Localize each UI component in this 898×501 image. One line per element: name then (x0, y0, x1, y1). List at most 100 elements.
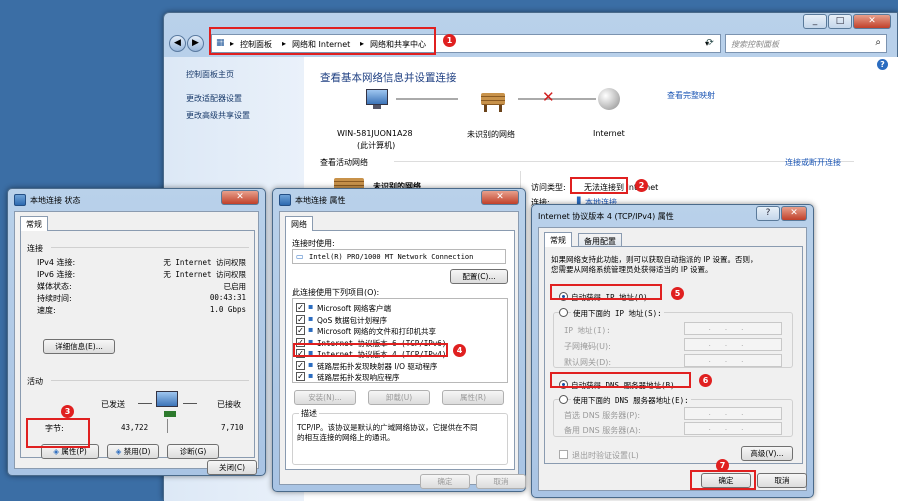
refresh-icon: ⟳ (706, 38, 714, 48)
protocol-checkbox[interactable]: ✓ (296, 326, 305, 335)
subnet-mask-label: 子网掩码(U): (564, 342, 611, 351)
protocol-label: QoS 数据包计划程序 (317, 315, 388, 325)
step-badge-3: 3 (61, 405, 74, 418)
gateway-field[interactable]: ... (684, 354, 782, 367)
forward-button[interactable]: ▶ (187, 35, 204, 52)
props-ok-button[interactable]: 确定 (420, 474, 470, 489)
computer-icon (366, 89, 388, 105)
tab-network[interactable]: 网络 (285, 216, 313, 231)
status-row-label: 持续时间: (37, 294, 72, 303)
protocol-item[interactable]: ✓ ▪ QoS 数据包计划程序 (295, 314, 505, 325)
step-badge-1: 1 (443, 34, 456, 47)
ipv4-item-highlight (293, 343, 448, 357)
props-close-button[interactable]: ✕ (481, 190, 519, 205)
search-input[interactable]: 搜索控制面板 ⌕ (725, 34, 887, 53)
protocol-item[interactable]: ✓ ▪ 链路层拓扑发现映射器 I/O 驱动程序 (295, 360, 505, 371)
sent-label: 已发送 (101, 400, 125, 409)
configure-button[interactable]: 配置(C)... (450, 269, 508, 284)
view-full-map-link[interactable]: 查看完整映射 (667, 90, 715, 101)
breadcrumb-highlight (209, 27, 436, 55)
manual-ip-label[interactable]: 使用下面的 IP 地址(S): (571, 308, 664, 319)
protocol-item[interactable]: ✓ ▪ Microsoft 网络的文件和打印机共享 (295, 325, 505, 336)
ipv4-cancel-button[interactable]: 取消 (757, 473, 807, 488)
tab-general[interactable]: 常规 (544, 232, 572, 247)
bytes-received: 7,710 (221, 423, 244, 432)
protocol-icon: ▪ (308, 302, 314, 311)
install-button[interactable]: 安装(N)... (294, 390, 356, 405)
items-label: 此连接使用下列项目(O): (292, 288, 380, 297)
minimize-button[interactable]: _ (803, 14, 827, 29)
protocol-checkbox[interactable]: ✓ (296, 360, 305, 370)
gateway-label: 默认网关(D): (564, 358, 612, 367)
ipv4-help-button[interactable]: ? (756, 206, 780, 221)
refresh-button[interactable]: ⟳ (701, 35, 719, 52)
bytes-sent: 43,722 (121, 423, 149, 432)
active-networks-heading: 查看活动网络 (320, 158, 368, 167)
help-button[interactable]: ? (877, 59, 888, 70)
advanced-button[interactable]: 高级(V)... (741, 446, 793, 461)
step-badge-5: 5 (671, 287, 684, 300)
tab-alternate[interactable]: 备用配置 (578, 233, 622, 247)
bench-icon (481, 93, 505, 105)
sidebar-item-home[interactable]: 控制面板主页 (186, 69, 234, 80)
tab-general[interactable]: 常规 (20, 216, 48, 231)
status-row-label: 速度: (37, 306, 56, 315)
search-icon: ⌕ (875, 37, 881, 48)
network-activity-icon (156, 391, 178, 407)
disable-label: 禁用(D) (123, 447, 151, 456)
access-type-label: 访问类型: (531, 183, 566, 192)
computer-sub: (此计算机) (357, 141, 396, 150)
status-close-button[interactable]: ✕ (221, 190, 259, 205)
protocol-icon: ▪ (308, 325, 314, 334)
disconnect-icon: ✕ (542, 88, 555, 106)
validate-checkbox[interactable] (559, 450, 568, 459)
search-placeholder: 搜索控制面板 (731, 40, 779, 49)
activity-group-label: 活动 (27, 377, 43, 386)
received-label: 已接收 (217, 400, 241, 409)
manual-dns-label[interactable]: 使用下面的 DNS 服务器地址(E): (571, 395, 691, 406)
status-row-label: IPv6 连接: (37, 270, 76, 279)
manual-ip-radio[interactable] (559, 308, 568, 317)
close-button[interactable]: ✕ (853, 14, 891, 29)
ok-highlight (690, 470, 756, 490)
subnet-mask-field[interactable]: ... (684, 338, 782, 351)
ip-address-field[interactable]: ... (684, 322, 782, 335)
details-button[interactable]: 详细信息(E)... (43, 339, 115, 354)
ipv4-close-button[interactable]: ✕ (781, 206, 807, 221)
ip-address-label: IP 地址(I): (564, 326, 611, 335)
sidebar-item-sharing[interactable]: 更改高级共享设置 (186, 110, 250, 121)
status-close-dialog-button[interactable]: 关闭(C) (207, 460, 257, 475)
diagnose-button[interactable]: 诊断(G) (167, 444, 219, 459)
protocol-checkbox[interactable]: ✓ (296, 303, 305, 312)
auto-dns-highlight (550, 372, 691, 388)
protocol-item[interactable]: ✓ ▪ 链路层拓扑发现响应程序 (295, 371, 505, 382)
protocol-icon: ▪ (308, 371, 314, 380)
step-badge-7: 7 (716, 459, 729, 472)
uninstall-button[interactable]: 卸载(U) (368, 390, 430, 405)
protocol-checkbox[interactable]: ✓ (296, 314, 305, 324)
protocol-checkbox[interactable]: ✓ (296, 372, 305, 381)
connection-highlight (570, 177, 628, 194)
back-button[interactable]: ◀ (169, 35, 186, 52)
description-line-2: 的相互连接的网络上的通讯。 (297, 433, 395, 442)
alternate-dns-field[interactable]: ... (684, 422, 782, 435)
step-badge-4: 4 (453, 344, 466, 357)
preferred-dns-field[interactable]: ... (684, 407, 782, 420)
step-badge-2: 2 (635, 179, 648, 192)
sidebar-item-adapter[interactable]: 更改适配器设置 (186, 93, 242, 104)
connect-disconnect-link[interactable]: 连接或断开连接 (785, 157, 841, 168)
maximize-button[interactable]: □ (828, 14, 852, 29)
step-badge-6: 6 (699, 374, 712, 387)
globe-icon (598, 88, 620, 110)
props-cancel-button[interactable]: 取消 (476, 474, 526, 489)
adapter-icon: ▭ (296, 252, 304, 261)
protocol-item[interactable]: ✓ ▪ Microsoft 网络客户端 (295, 302, 505, 313)
status-row-label: IPv4 连接: (37, 258, 76, 267)
manual-ip-group: 使用下面的 IP 地址(S): IP 地址(I): ... 子网掩码(U): .… (553, 308, 793, 368)
connection-group-label: 连接 (27, 244, 43, 253)
disable-button[interactable]: ◈ 禁用(D) (107, 444, 159, 459)
manual-dns-radio[interactable] (559, 395, 568, 404)
protocol-label: Microsoft 网络的文件和打印机共享 (317, 327, 437, 336)
shield-icon: ◈ (115, 447, 122, 456)
item-properties-button[interactable]: 属性(R) (442, 390, 504, 405)
